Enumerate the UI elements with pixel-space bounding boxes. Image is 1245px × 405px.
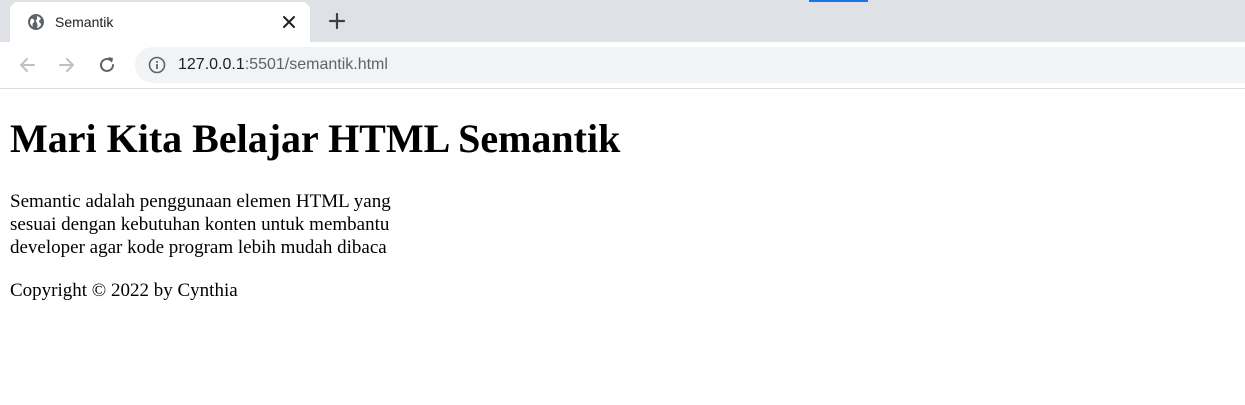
page-description: Semantic adalah penggunaan elemen HTML y…	[10, 191, 391, 258]
address-bar[interactable]: 127.0.0.1:5501/semantik.html	[135, 47, 1245, 83]
page-heading: Mari Kita Belajar HTML Semantik	[10, 116, 621, 161]
globe-icon	[28, 14, 44, 30]
tab-title: Semantik	[55, 14, 114, 30]
browser-chrome: Semantik 127.0.0.1:5501/semantik.html	[0, 0, 1245, 89]
close-icon[interactable]	[280, 13, 298, 31]
reload-icon[interactable]	[96, 54, 118, 76]
accent-strip	[809, 0, 868, 2]
url-text[interactable]: 127.0.0.1:5501/semantik.html	[178, 55, 388, 75]
url-path: :5501/semantik.html	[244, 56, 388, 73]
page-footer: Copyright © 2022 by Cynthia	[10, 280, 238, 301]
plus-icon[interactable]	[326, 10, 348, 32]
page-content: Mari Kita Belajar HTML Semantik Semantic…	[0, 89, 1245, 405]
browser-toolbar: 127.0.0.1:5501/semantik.html	[0, 42, 1245, 88]
arrow-left-icon[interactable]	[16, 54, 38, 76]
arrow-right-icon[interactable]	[56, 54, 78, 76]
tab-semantik[interactable]: Semantik	[10, 2, 310, 42]
url-host: 127.0.0.1	[178, 56, 245, 73]
info-icon[interactable]	[148, 56, 166, 74]
tab-strip: Semantik	[0, 0, 1245, 42]
